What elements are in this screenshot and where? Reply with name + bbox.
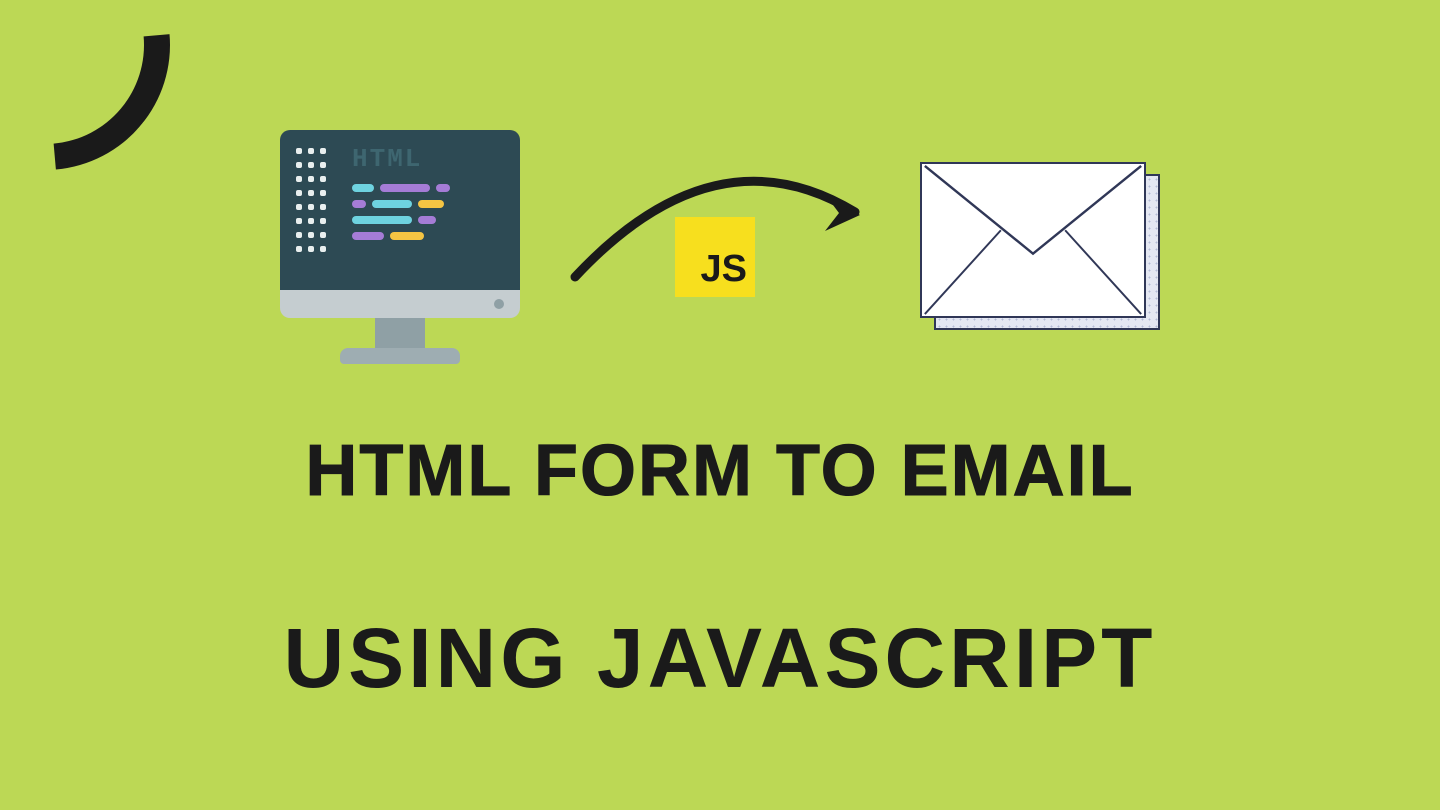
js-badge-icon: JS <box>675 217 755 297</box>
title-sub: USING JAVASCRIPT <box>0 610 1440 707</box>
monitor-stand-foot <box>340 348 460 364</box>
computer-illustration: HTML <box>280 130 520 364</box>
arrow-with-js-badge: JS <box>575 187 865 307</box>
envelope-icon <box>920 162 1146 318</box>
monitor-bezel <box>280 290 520 318</box>
js-badge-label: JS <box>701 248 747 291</box>
illustration-row: HTML JS <box>0 130 1440 364</box>
screen-html-label: HTML <box>352 144 504 174</box>
monitor-stand-neck <box>375 318 425 348</box>
code-gutter-icon <box>296 144 342 276</box>
title-main: HTML FORM TO EMAIL <box>0 430 1440 512</box>
code-area: HTML <box>352 144 504 276</box>
monitor-screen: HTML <box>280 130 520 290</box>
envelope-illustration <box>920 162 1160 332</box>
